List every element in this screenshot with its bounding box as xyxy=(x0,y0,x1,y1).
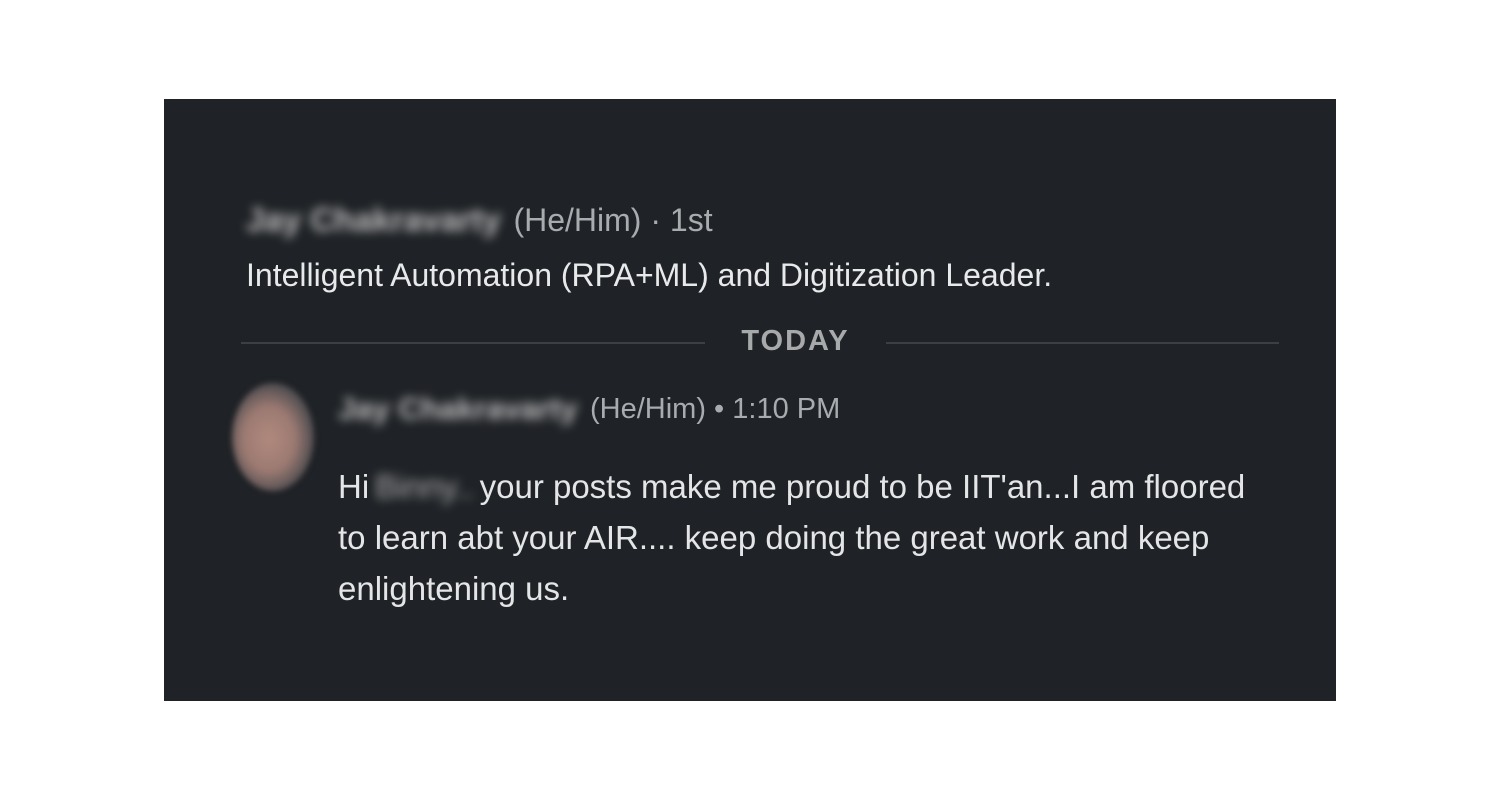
contact-pronouns-connection: (He/Him) · 1st xyxy=(513,201,713,238)
sender-avatar[interactable] xyxy=(232,383,314,491)
message-header: Jay Chakravarty (He/Him) • 1:10 PM xyxy=(338,391,840,427)
message-text: your posts make me proud to be IIT'an...… xyxy=(338,468,1246,607)
redacted-recipient-name: Binny.. xyxy=(375,468,474,505)
divider-line-left xyxy=(241,342,705,344)
date-divider-label: TODAY xyxy=(741,325,850,357)
divider-line-right xyxy=(886,342,1279,344)
conversation-header: Jay Chakravarty (He/Him) · 1st xyxy=(246,201,713,239)
message-meta: (He/Him) • 1:10 PM xyxy=(590,392,841,425)
contact-headline: Intelligent Automation (RPA+ML) and Digi… xyxy=(246,257,1053,293)
message-body: Hi Binny.. your posts make me proud to be … xyxy=(338,461,1258,614)
sender-name[interactable]: Jay Chakravarty xyxy=(338,391,578,427)
message-text-prefix: Hi xyxy=(338,468,370,505)
contact-name[interactable]: Jay Chakravarty xyxy=(246,201,501,239)
date-divider: TODAY xyxy=(241,323,1279,363)
message-thread-card: Jay Chakravarty (He/Him) · 1st Intellige… xyxy=(164,99,1336,701)
